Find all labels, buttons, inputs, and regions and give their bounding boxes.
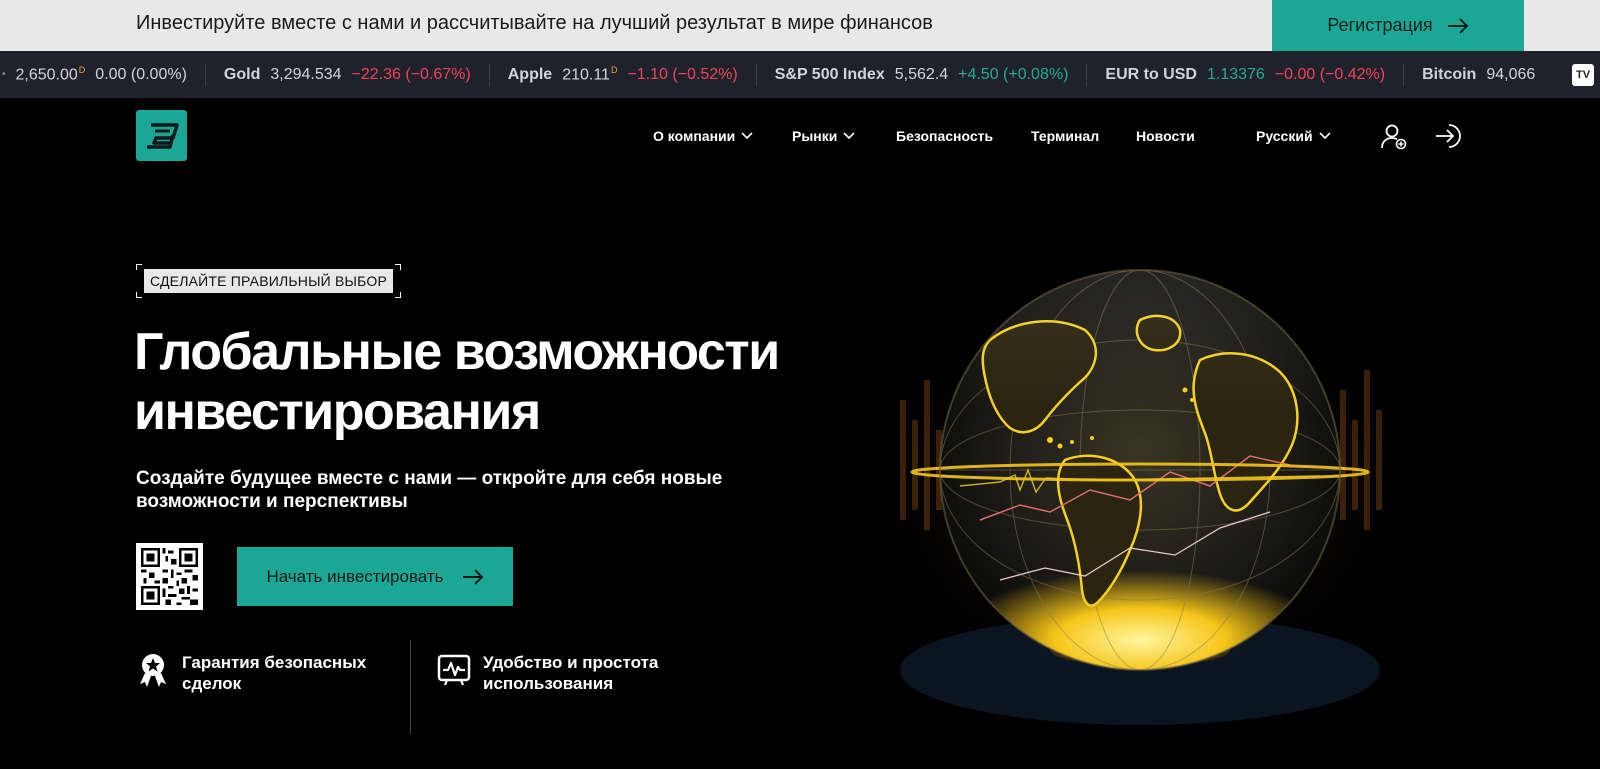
ticker-price: 3,294.534 (270, 65, 342, 83)
ticker-item[interactable]: Bitcoin 94,066 (1404, 51, 1553, 98)
chevron-down-icon (741, 132, 753, 140)
hero-subtitle-line: возможности и перспективы (136, 491, 408, 512)
nav-item-markets[interactable]: Рынки (792, 122, 855, 150)
ticker-item[interactable]: S&P 500 Index 5,562.4 +4.50 (+0.08%) (757, 51, 1087, 98)
ticker-price: 210.11D (562, 64, 618, 84)
chevron-down-icon (843, 132, 855, 140)
feature-label: Удобство и простота использования (483, 653, 659, 693)
promo-banner: Инвестируйте вместе с нами и рассчитывай… (0, 0, 1600, 51)
hero-badge-text: СДЕЛАЙТЕ ПРАВИЛЬНЫЙ ВЫБОР (144, 269, 394, 293)
ticker-price: 5,562.4 (894, 65, 949, 83)
ticker-track: • 2,650.00D 0.00 (0.00%) Gold 3,294.534 … (0, 51, 1553, 98)
hero-badge: СДЕЛАЙТЕ ПРАВИЛЬНЫЙ ВЫБОР (136, 264, 402, 298)
arrow-right-icon (1447, 17, 1469, 34)
feature-label: Гарантия безопасных сделок (182, 653, 367, 693)
register-button[interactable]: Регистрация (1272, 0, 1524, 51)
qr-code-icon (141, 548, 198, 605)
ticker-dot-icon: • (2, 69, 6, 80)
qr-code[interactable] (136, 543, 203, 610)
hero-subtitle-line: Создайте будущее вместе с нами — откройт… (136, 468, 723, 489)
register-button-label: Регистрация (1327, 15, 1433, 35)
feature-safe-deals: Гарантия безопасных сделок (136, 652, 382, 694)
feature-divider (410, 640, 411, 734)
nav-item-security[interactable]: Безопасность (896, 122, 993, 150)
ticker-item[interactable]: Apple 210.11D −1.10 (−0.52%) (490, 51, 756, 98)
login-arrow-icon (1436, 124, 1461, 148)
nav-item-label: Терминал (1031, 128, 1100, 144)
ticker-change: −1.10 (−0.52%) (627, 65, 738, 83)
ticker-name: Bitcoin (1422, 65, 1477, 83)
nav-item-news[interactable]: Новости (1136, 122, 1195, 150)
ticker-change: −0.00 (−0.42%) (1274, 65, 1386, 83)
tradingview-logo[interactable]: TV (1572, 64, 1594, 86)
start-investing-label: Начать инвестировать (266, 566, 444, 586)
nav-item-label: Новости (1136, 128, 1195, 144)
hero-globe-image (840, 250, 1410, 730)
hero-subtitle: Создайте будущее вместе с нами — откройт… (136, 467, 756, 513)
market-ticker[interactable]: • 2,650.00D 0.00 (0.00%) Gold 3,294.534 … (0, 51, 1600, 98)
ticker-name: S&P 500 Index (774, 65, 885, 83)
site-logo[interactable] (136, 110, 187, 161)
promo-text: Инвестируйте вместе с нами и рассчитывай… (136, 12, 933, 34)
logo-mark-icon (146, 122, 179, 149)
nav-item-label: О компании (653, 128, 736, 144)
chevron-down-icon (1319, 132, 1331, 140)
hero-title-line: инвестирования (134, 383, 541, 441)
language-label: Русский (1256, 128, 1313, 144)
arrow-right-icon (462, 568, 483, 585)
user-add-icon (1381, 124, 1407, 150)
ticker-name: EUR to USD (1105, 65, 1197, 83)
nav-item-about[interactable]: О компании (653, 122, 753, 150)
nav-item-label: Безопасность (896, 128, 994, 144)
register-user-button[interactable] (1378, 120, 1410, 152)
ticker-item[interactable]: EUR to USD 1.13376 −0.00 (−0.42%) (1087, 51, 1403, 98)
hero-title-line: Глобальные возможности (134, 323, 780, 381)
ticker-item[interactable]: Gold 3,294.534 −22.36 (−0.67%) (206, 51, 489, 98)
login-button[interactable] (1432, 120, 1464, 152)
ticker-name: Apple (507, 65, 553, 83)
globe-illustration-icon (870, 269, 1410, 725)
monitor-chart-icon (437, 654, 471, 686)
nav-item-label: Рынки (792, 128, 838, 144)
ticker-price: 1.13376 (1206, 65, 1265, 83)
hero-title: Глобальные возможности инвестирования (134, 322, 834, 442)
ticker-name: Gold (223, 65, 261, 83)
ticker-price: 94,066 (1486, 65, 1536, 83)
ticker-change: −22.36 (−0.67%) (351, 65, 471, 83)
award-badge-icon (140, 654, 166, 687)
feature-ease-of-use: Удобство и простота использования (437, 652, 683, 694)
ticker-item[interactable]: • 2,650.00D 0.00 (0.00%) (0, 51, 205, 98)
language-selector[interactable]: Русский (1256, 122, 1331, 150)
start-investing-button[interactable]: Начать инвестировать (237, 547, 513, 606)
nav-item-terminal[interactable]: Терминал (1031, 122, 1099, 150)
ticker-price: 2,650.00D (15, 64, 86, 84)
ticker-change: 0.00 (0.00%) (95, 65, 187, 83)
ticker-change: +4.50 (+0.08%) (958, 65, 1069, 83)
